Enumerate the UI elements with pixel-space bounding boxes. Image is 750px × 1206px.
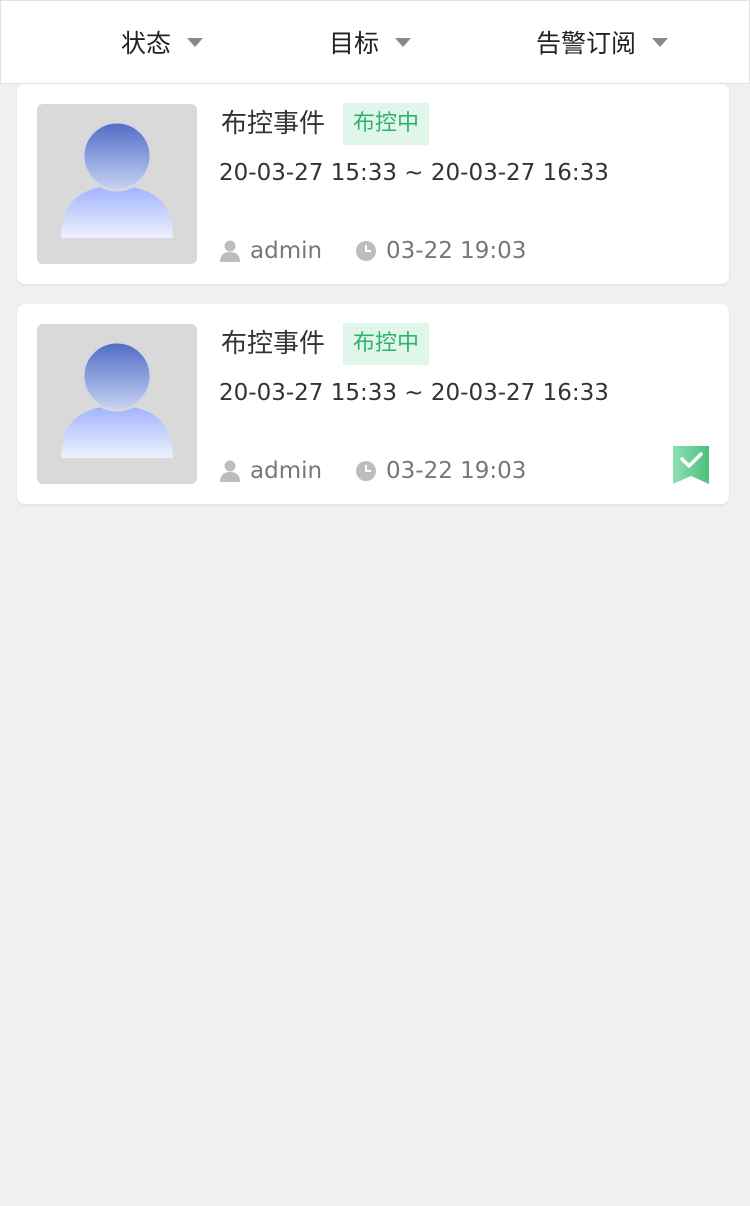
event-created-value: 03-22 19:03: [386, 458, 527, 484]
clock-icon: [356, 241, 376, 261]
event-created-time: 03-22 19:03: [356, 234, 526, 268]
caret-down-icon: [187, 37, 204, 47]
event-card[interactable]: 布控事件 布控中 20-03-27 15:33 ~ 20-03-27 16:33…: [17, 304, 729, 504]
filter-alert-subscription-label: 告警订阅: [536, 29, 637, 58]
event-title: 布控事件: [221, 109, 326, 139]
event-thumbnail: [37, 324, 197, 484]
event-time-range: 20-03-27 15:33 ~ 20-03-27 16:33: [219, 380, 609, 406]
filter-bar: 状态 目标 告警订阅: [0, 0, 750, 84]
filter-target[interactable]: 目标: [329, 1, 412, 83]
person-avatar-icon: [61, 340, 173, 458]
user-icon: [220, 460, 240, 482]
filter-status[interactable]: 状态: [121, 1, 204, 83]
event-thumbnail: [37, 104, 197, 264]
status-badge: 布控中: [343, 103, 430, 145]
filter-alert-subscription[interactable]: 告警订阅: [536, 1, 669, 83]
event-title: 布控事件: [221, 329, 326, 359]
user-icon: [220, 240, 240, 262]
event-card[interactable]: 布控事件 布控中 20-03-27 15:33 ~ 20-03-27 16:33…: [17, 84, 729, 284]
filter-status-label: 状态: [121, 29, 172, 58]
event-time-range: 20-03-27 15:33 ~ 20-03-27 16:33: [219, 160, 609, 186]
event-user-name: admin: [250, 458, 323, 484]
clock-icon: [356, 461, 376, 481]
filter-target-label: 目标: [329, 29, 380, 58]
event-created-value: 03-22 19:03: [386, 238, 527, 264]
person-avatar-icon: [61, 120, 173, 238]
caret-down-icon: [395, 37, 412, 47]
event-user: admin: [220, 234, 322, 268]
event-user: admin: [220, 454, 322, 488]
event-user-name: admin: [250, 238, 323, 264]
event-created-time: 03-22 19:03: [356, 454, 526, 488]
bookmark-check-icon[interactable]: [673, 446, 709, 486]
status-badge: 布控中: [343, 323, 430, 365]
caret-down-icon: [652, 37, 669, 47]
